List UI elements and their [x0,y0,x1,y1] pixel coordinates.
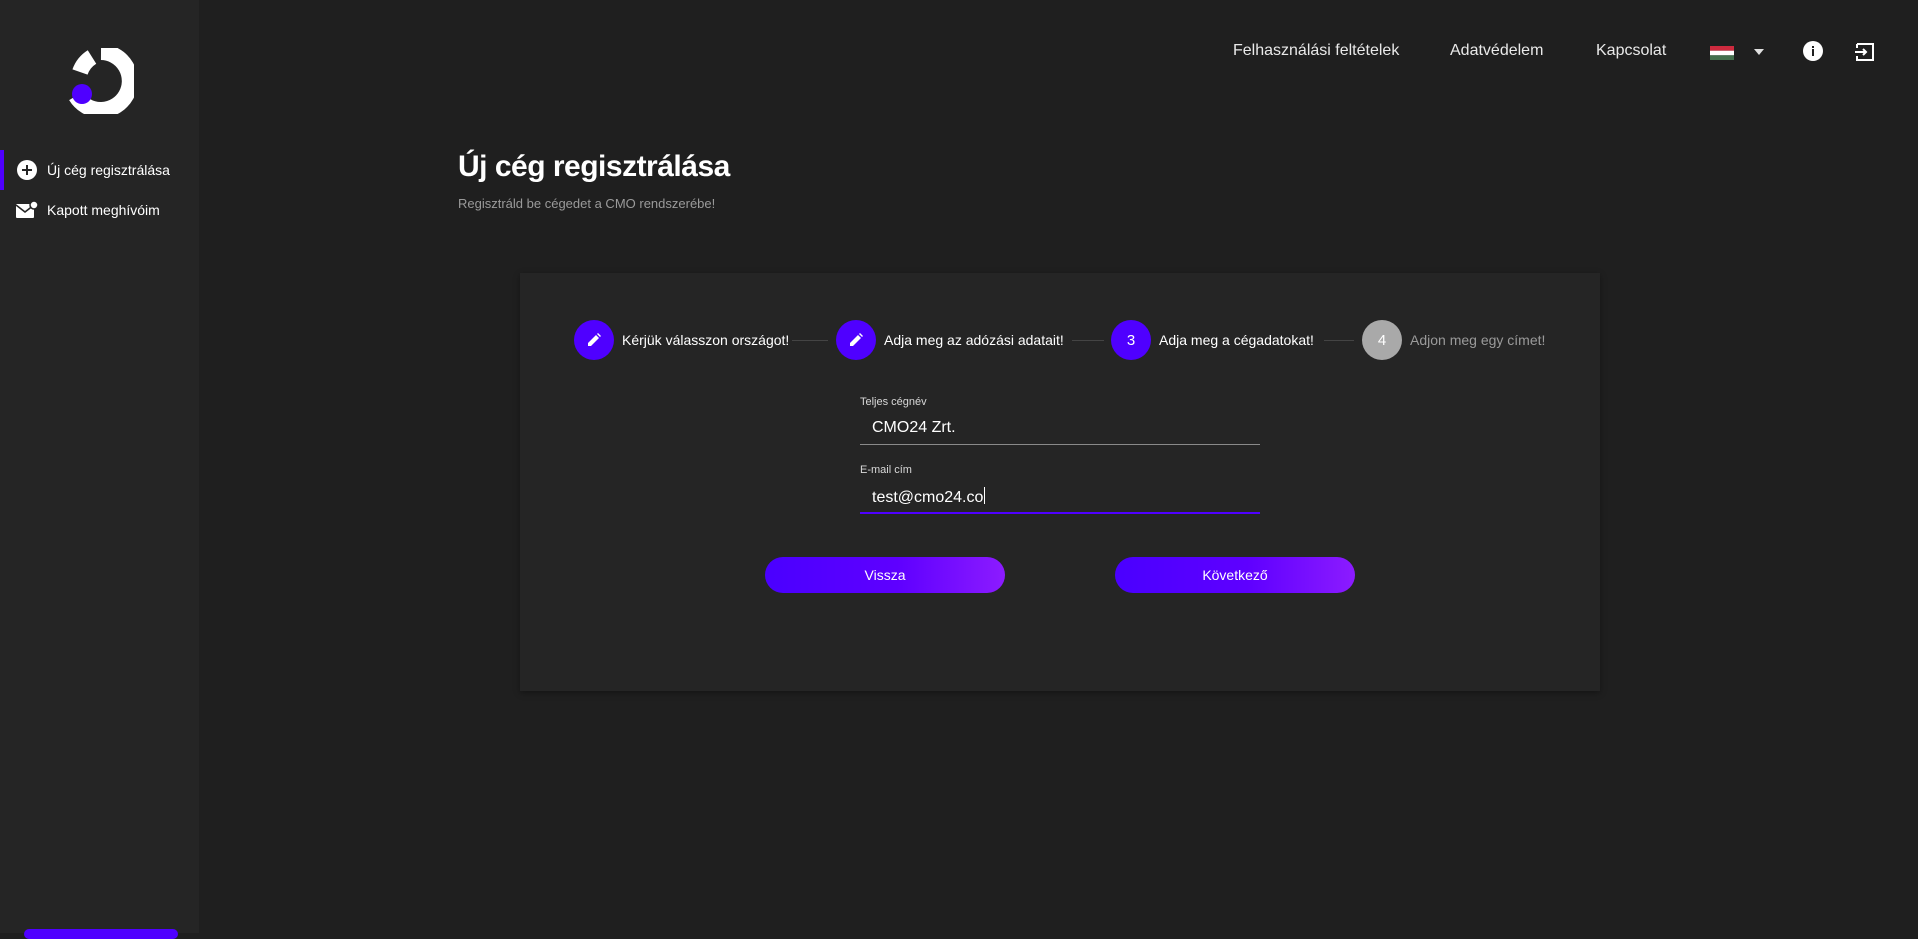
sidebar-item-invitations[interactable]: Kapott meghívóim [0,190,199,230]
edit-icon [836,320,876,360]
chevron-down-icon [1754,49,1764,55]
step-connector [792,340,828,341]
company-name-field[interactable]: CMO24 Zrt. [860,414,1260,445]
step-1[interactable]: Kérjük válasszon országot! [574,320,789,360]
mail-notification-icon [16,199,38,221]
step-connector [1072,340,1104,341]
step-2[interactable]: Adja meg az adózási adatait! [836,320,1064,360]
sidebar-item-new-company[interactable]: Új cég regisztrálása [0,150,199,190]
info-icon[interactable] [1803,41,1823,61]
page-title: Új cég regisztrálása [458,150,730,183]
next-button[interactable]: Következő [1115,557,1355,593]
contact-link[interactable]: Kapcsolat [1596,42,1666,60]
sidebar: Új cég regisztrálása Kapott meghívóim [0,0,199,939]
privacy-link[interactable]: Adatvédelem [1450,42,1543,60]
sidebar-item-label: Kapott meghívóim [47,202,160,218]
company-name-value: CMO24 Zrt. [872,419,956,436]
page-subtitle: Regisztráld be cégedet a CMO rendszerébe… [458,196,716,211]
step-number: 3 [1111,320,1151,360]
step-number: 4 [1362,320,1402,360]
terms-link[interactable]: Felhasználási feltételek [1233,42,1399,60]
email-value: test@cmo24.co [872,487,986,506]
email-label: E-mail cím [860,464,912,476]
step-4[interactable]: 4 Adjon meg egy címet! [1362,320,1545,360]
text-caret [984,487,986,504]
cmo-logo[interactable] [68,48,134,114]
back-button[interactable]: Vissza [765,557,1005,593]
step-label: Adjon meg egy címet! [1410,332,1546,348]
registration-card: Kérjük válasszon országot! Adja meg az a… [520,273,1600,691]
step-connector [1324,340,1354,341]
step-label: Adja meg a cégadatokat! [1159,332,1314,348]
email-field[interactable]: test@cmo24.co [860,482,1260,514]
step-label: Kérjük válasszon országot! [622,332,790,348]
sidebar-bottom-button[interactable] [24,929,178,939]
sidebar-item-label: Új cég regisztrálása [47,162,170,178]
edit-icon [574,320,614,360]
step-3[interactable]: 3 Adja meg a cégadatokat! [1111,320,1314,360]
hungarian-flag-icon [1710,46,1734,60]
add-circle-icon [16,159,38,181]
step-label: Adja meg az adózási adatait! [884,332,1064,348]
logout-icon[interactable] [1855,42,1875,62]
company-name-label: Teljes cégnév [860,396,927,408]
language-select[interactable] [1710,46,1766,60]
